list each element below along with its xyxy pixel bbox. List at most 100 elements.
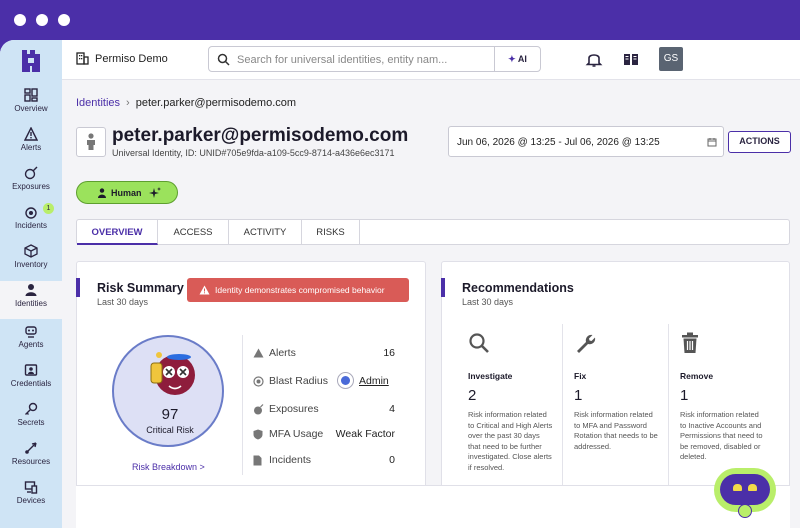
divider bbox=[242, 335, 243, 475]
window-dot-2 bbox=[36, 14, 48, 26]
chevron-right-icon: › bbox=[126, 97, 130, 109]
sidebar-item-credentials[interactable]: Credentials bbox=[0, 361, 62, 399]
org-name: Permiso Demo bbox=[95, 53, 168, 65]
recommendation-fix[interactable]: Fix 1 Risk information related to MFA an… bbox=[568, 324, 672, 494]
target-icon bbox=[253, 376, 264, 387]
sidebar-item-identities[interactable]: Identities bbox=[0, 281, 62, 319]
topbar: Permiso Demo Search for universal identi… bbox=[62, 40, 800, 80]
sidebar-item-label: Overview bbox=[14, 104, 48, 113]
page-title: peter.parker@permisodemo.com bbox=[112, 125, 409, 146]
actions-button[interactable]: ACTIONS bbox=[728, 131, 791, 153]
compromised-alert-banner[interactable]: Identity demonstrates compromised behavi… bbox=[187, 278, 409, 302]
recommendation-title: Remove bbox=[680, 371, 714, 381]
recommendation-description: Risk information related to Critical and… bbox=[468, 410, 553, 472]
date-range-value: Jun 06, 2026 @ 13:25 - Jul 06, 2026 @ 13… bbox=[457, 137, 660, 148]
sidebar-item-incidents[interactable]: Incidents 1 bbox=[0, 203, 62, 241]
exposure-icon bbox=[24, 166, 38, 180]
search-icon bbox=[217, 53, 230, 66]
metric-value: 4 bbox=[389, 403, 395, 415]
trash-icon bbox=[682, 332, 698, 353]
app-window: Overview Alerts Exposures Incidents 1 In… bbox=[0, 40, 800, 528]
resources-icon bbox=[25, 442, 37, 454]
assistant-eye-icon bbox=[733, 484, 742, 491]
identity-type-icon-box bbox=[76, 127, 106, 157]
warning-icon bbox=[199, 285, 210, 295]
risk-summary-card: Risk Summary Last 30 days Identity demon… bbox=[76, 261, 426, 511]
document-icon bbox=[253, 455, 262, 466]
devices-icon bbox=[24, 481, 38, 494]
blast-radius-admin-link[interactable]: Admin bbox=[359, 375, 389, 387]
metric-exposures-row: Exposures 4 bbox=[253, 402, 413, 418]
sidebar-item-label: Devices bbox=[16, 496, 46, 505]
permiso-logo-icon[interactable] bbox=[19, 48, 43, 74]
user-avatar[interactable]: GS bbox=[659, 47, 683, 71]
key-icon bbox=[25, 402, 38, 415]
sidebar-item-agents[interactable]: Agents bbox=[0, 322, 62, 360]
sparkle-icon: ✦ bbox=[508, 54, 518, 64]
sidebar-item-resources[interactable]: Resources bbox=[0, 439, 62, 477]
tab-activity[interactable]: ACTIVITY bbox=[229, 220, 302, 245]
ai-search-button[interactable]: ✦ AI bbox=[494, 46, 540, 72]
alert-icon bbox=[24, 127, 38, 141]
inventory-icon bbox=[24, 244, 38, 258]
sidebar-item-label: Exposures bbox=[12, 182, 50, 191]
window-titlebar bbox=[0, 0, 800, 40]
sidebar-item-devices[interactable]: Devices bbox=[0, 478, 62, 516]
alert-icon bbox=[253, 348, 264, 358]
calendar-icon bbox=[707, 138, 717, 147]
risk-breakdown-link[interactable]: Risk Breakdown > bbox=[132, 462, 205, 472]
assistant-face bbox=[720, 474, 770, 505]
sidebar-item-label: Credentials bbox=[10, 379, 52, 388]
recommendations-title: Recommendations bbox=[462, 281, 574, 295]
sidebar-item-inventory[interactable]: Inventory bbox=[0, 242, 62, 280]
docs-book-icon[interactable] bbox=[622, 50, 640, 68]
assistant-eye-icon bbox=[748, 484, 757, 491]
sidebar-item-label: Incidents bbox=[14, 221, 48, 230]
agent-icon bbox=[25, 326, 37, 338]
sidebar-item-secrets[interactable]: Secrets bbox=[0, 400, 62, 438]
credentials-icon bbox=[24, 364, 38, 376]
sidebar-item-alerts[interactable]: Alerts bbox=[0, 125, 62, 163]
recommendation-description: Risk information related to Inactive Acc… bbox=[680, 410, 763, 461]
org-switcher[interactable]: Permiso Demo bbox=[76, 52, 168, 65]
bell-icon[interactable] bbox=[585, 50, 603, 68]
risk-score-gauge: 97 Critical Risk bbox=[112, 335, 224, 447]
recommendation-title: Fix bbox=[574, 371, 587, 381]
recommendation-count: 1 bbox=[680, 387, 689, 404]
search-icon bbox=[469, 333, 489, 353]
sidebar-item-overview[interactable]: Overview bbox=[0, 86, 62, 124]
recommendation-description: Risk information related to MFA and Pass… bbox=[574, 410, 658, 451]
metric-label: MFA Usage bbox=[269, 428, 324, 440]
tab-risks[interactable]: RISKS bbox=[302, 220, 360, 245]
recommendation-remove[interactable]: Remove 1 Risk information related to Ina… bbox=[674, 324, 778, 494]
recommendation-title: Investigate bbox=[468, 371, 513, 381]
divider bbox=[668, 324, 669, 494]
search-input[interactable]: Search for universal identities, entity … bbox=[237, 54, 447, 66]
sidebar-item-label: Secrets bbox=[17, 418, 45, 427]
ai-assistant-button[interactable] bbox=[714, 468, 776, 518]
tab-overview[interactable]: OVERVIEW bbox=[77, 220, 158, 245]
identity-id-subtitle: Universal Identity, ID: UNID#705e9fda-a1… bbox=[112, 148, 395, 158]
sidebar-item-label: Agents bbox=[18, 340, 44, 349]
metric-mfa-row: MFA Usage Weak Factor bbox=[253, 427, 413, 443]
breadcrumb: Identities › peter.parker@permisodemo.com bbox=[76, 97, 296, 109]
sidebar-item-exposures[interactable]: Exposures bbox=[0, 164, 62, 202]
metric-value: 0 bbox=[389, 454, 395, 466]
date-range-picker[interactable]: Jun 06, 2026 @ 13:25 - Jul 06, 2026 @ 13… bbox=[448, 126, 724, 157]
breadcrumb-current: peter.parker@permisodemo.com bbox=[135, 97, 297, 109]
metric-alerts-row: Alerts 16 bbox=[253, 346, 413, 362]
card-accent-bar bbox=[76, 278, 80, 297]
risk-score-value: 97 bbox=[161, 406, 179, 423]
admin-role-icon bbox=[337, 372, 354, 389]
search-bar[interactable]: Search for universal identities, entity … bbox=[208, 46, 541, 72]
bomb-icon bbox=[254, 404, 264, 415]
risk-score-label: Critical Risk bbox=[146, 425, 194, 435]
tab-access[interactable]: ACCESS bbox=[158, 220, 229, 245]
tab-bar: OVERVIEW ACCESS ACTIVITY RISKS bbox=[76, 219, 790, 245]
breadcrumb-identities-link[interactable]: Identities bbox=[76, 97, 120, 109]
sidebar-item-label: Alerts bbox=[20, 143, 42, 152]
incident-icon bbox=[25, 207, 37, 219]
assistant-tool-icon bbox=[738, 504, 752, 518]
identity-type-chip[interactable]: Human bbox=[76, 181, 178, 204]
recommendation-investigate[interactable]: Investigate 2 Risk information related t… bbox=[462, 324, 566, 494]
